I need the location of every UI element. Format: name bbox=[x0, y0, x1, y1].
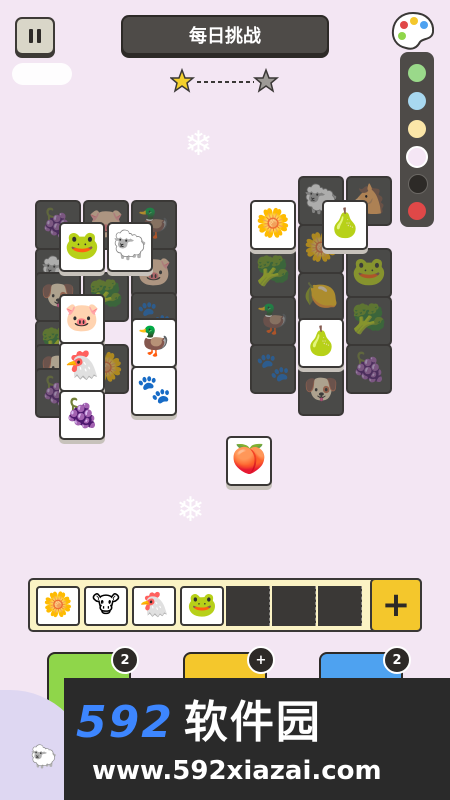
page-title: 每日挑战 bbox=[121, 15, 329, 55]
cow-icon: 🐮 bbox=[91, 590, 121, 619]
tile-chicken[interactable]: 🐔 bbox=[59, 342, 105, 392]
tile-pig[interactable]: 🐷 bbox=[59, 294, 105, 344]
tray-slot-frog: 🐸 bbox=[180, 586, 224, 626]
snowflake-icon: ❄ bbox=[176, 490, 205, 530]
duck-icon: 🦆 bbox=[255, 302, 291, 336]
star-empty-icon bbox=[252, 67, 280, 93]
frog-icon: 🐸 bbox=[187, 590, 217, 619]
watermark-banner: 592 软件园 www.592xiazai.com bbox=[64, 678, 450, 800]
pig-icon: 🐷 bbox=[64, 300, 100, 334]
add-slot-button[interactable]: + bbox=[370, 578, 422, 632]
dog-icon: 🐶 bbox=[303, 372, 339, 406]
duck-icon: 🦆 bbox=[136, 324, 172, 358]
grapes-icon: 🍇 bbox=[64, 396, 100, 430]
watermark-url: www.592xiazai.com bbox=[92, 756, 382, 786]
chicken-icon: 🐔 bbox=[139, 590, 169, 619]
sheep-decoration-icon: 🐑 bbox=[30, 745, 58, 770]
palette-color-strip bbox=[400, 52, 434, 227]
hint-add-badge: + bbox=[247, 646, 275, 674]
paws-icon: 🐾 bbox=[255, 350, 291, 384]
tile-pear[interactable]: 🍐 bbox=[298, 318, 344, 368]
grapes-icon: 🍇 bbox=[351, 350, 387, 384]
tray-slot-empty bbox=[226, 586, 270, 626]
tile-flower[interactable]: 🌼 bbox=[250, 200, 296, 250]
flower-icon: 🌼 bbox=[43, 590, 73, 619]
tile-duck[interactable]: 🦆 bbox=[131, 318, 177, 368]
level-progress bbox=[168, 67, 282, 98]
tray-slot-cow: 🐮 bbox=[84, 586, 128, 626]
frog-icon: 🐸 bbox=[64, 228, 100, 262]
palette-color-black[interactable] bbox=[408, 174, 428, 194]
tile-sheep[interactable]: 🐑 bbox=[107, 222, 153, 272]
cloud-decoration bbox=[12, 63, 72, 85]
tray-slot-empty bbox=[318, 586, 362, 626]
tray-slot-empty bbox=[272, 586, 316, 626]
frog-icon: 🐸 bbox=[351, 254, 387, 288]
palette-icon bbox=[391, 11, 435, 50]
palette-color-pink-selected[interactable] bbox=[406, 146, 428, 168]
palette-color-blue[interactable] bbox=[408, 92, 426, 110]
tile-peach[interactable]: 🍑 bbox=[226, 436, 272, 486]
lemon-icon: 🍋 bbox=[303, 278, 339, 312]
tile-grapes[interactable]: 🍇 bbox=[59, 390, 105, 440]
palette-color-green[interactable] bbox=[408, 64, 426, 82]
tile-tray: 🌼 🐮 🐔 🐸 bbox=[28, 578, 422, 632]
paws-icon: 🐾 bbox=[136, 372, 172, 406]
pear-icon: 🍐 bbox=[303, 324, 339, 358]
star-filled-icon bbox=[168, 67, 196, 93]
broccoli-icon: 🥦 bbox=[255, 254, 291, 288]
watermark-logo: 592 软件园 bbox=[76, 697, 322, 748]
palette-button[interactable] bbox=[390, 10, 436, 52]
shuffle-count-badge: 2 bbox=[383, 646, 411, 674]
chicken-icon: 🐔 bbox=[64, 348, 100, 382]
pause-button[interactable] bbox=[15, 17, 55, 55]
undo-count-badge: 2 bbox=[111, 646, 139, 674]
tray-slot-flower: 🌼 bbox=[36, 586, 80, 626]
tile-paws[interactable]: 🐾 bbox=[131, 366, 177, 416]
pear-icon: 🍐 bbox=[327, 206, 363, 240]
palette-color-red[interactable] bbox=[408, 202, 426, 220]
flower-icon: 🌼 bbox=[255, 206, 291, 240]
pause-icon bbox=[29, 29, 33, 43]
tray-slot-chicken: 🐔 bbox=[132, 586, 176, 626]
broccoli-icon: 🥦 bbox=[351, 302, 387, 336]
palette-color-yellow[interactable] bbox=[408, 120, 426, 138]
sheep-icon: 🐑 bbox=[112, 228, 148, 262]
snowflake-icon: ❄ bbox=[184, 124, 213, 164]
tile-pear[interactable]: 🍐 bbox=[322, 200, 368, 250]
peach-icon: 🍑 bbox=[231, 442, 267, 476]
tile-frog[interactable]: 🐸 bbox=[59, 222, 105, 272]
